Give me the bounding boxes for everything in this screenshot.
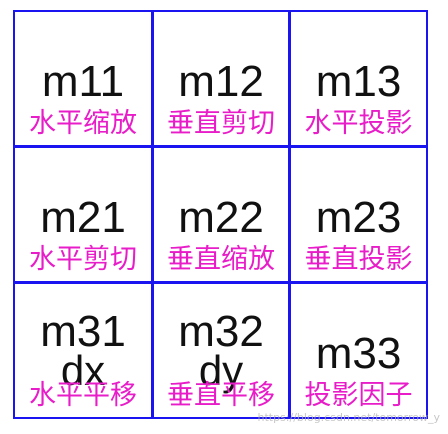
cell-label: 水平平移 <box>29 380 137 411</box>
matrix-cell-m13: m13 水平投影 <box>289 10 428 147</box>
cell-name: m11 <box>41 57 125 106</box>
matrix-cell-m33: m33 投影因子 <box>289 282 428 419</box>
cell-label: 水平缩放 <box>29 108 137 139</box>
matrix-cell-m31: m31 dx 水平平移 <box>13 282 153 419</box>
cell-name: m13 <box>315 57 402 106</box>
cell-name: m23 <box>315 193 402 242</box>
cell-name: m21 <box>40 193 126 242</box>
matrix-cell-m21: m21 水平剪切 <box>13 146 153 283</box>
cell-label: 垂直缩放 <box>167 244 275 275</box>
transform-matrix-grid: m11 水平缩放 m12 垂直剪切 m13 水平投影 m21 水平剪切 m22 … <box>13 10 428 419</box>
cell-label: 投影因子 <box>304 380 413 411</box>
matrix-cell-m32: m32 dy 垂直平移 <box>152 282 290 419</box>
matrix-cell-m22: m22 垂直缩放 <box>152 146 290 283</box>
matrix-cell-m23: m23 垂直投影 <box>289 146 428 283</box>
matrix-cell-m12: m12 垂直剪切 <box>152 10 290 147</box>
cell-label: 垂直平移 <box>167 380 275 411</box>
watermark-text: https://blog.csdn.net/tomorrow_y <box>257 411 441 424</box>
cell-label: 水平剪切 <box>29 244 137 275</box>
matrix-cell-m11: m11 水平缩放 <box>13 10 153 147</box>
cell-name: m12 <box>178 57 264 106</box>
cell-name: m33 <box>315 329 402 378</box>
cell-name: m22 <box>178 193 264 242</box>
cell-label: 垂直投影 <box>304 244 413 275</box>
cell-label: 垂直剪切 <box>167 108 275 139</box>
cell-label: 水平投影 <box>304 108 413 139</box>
